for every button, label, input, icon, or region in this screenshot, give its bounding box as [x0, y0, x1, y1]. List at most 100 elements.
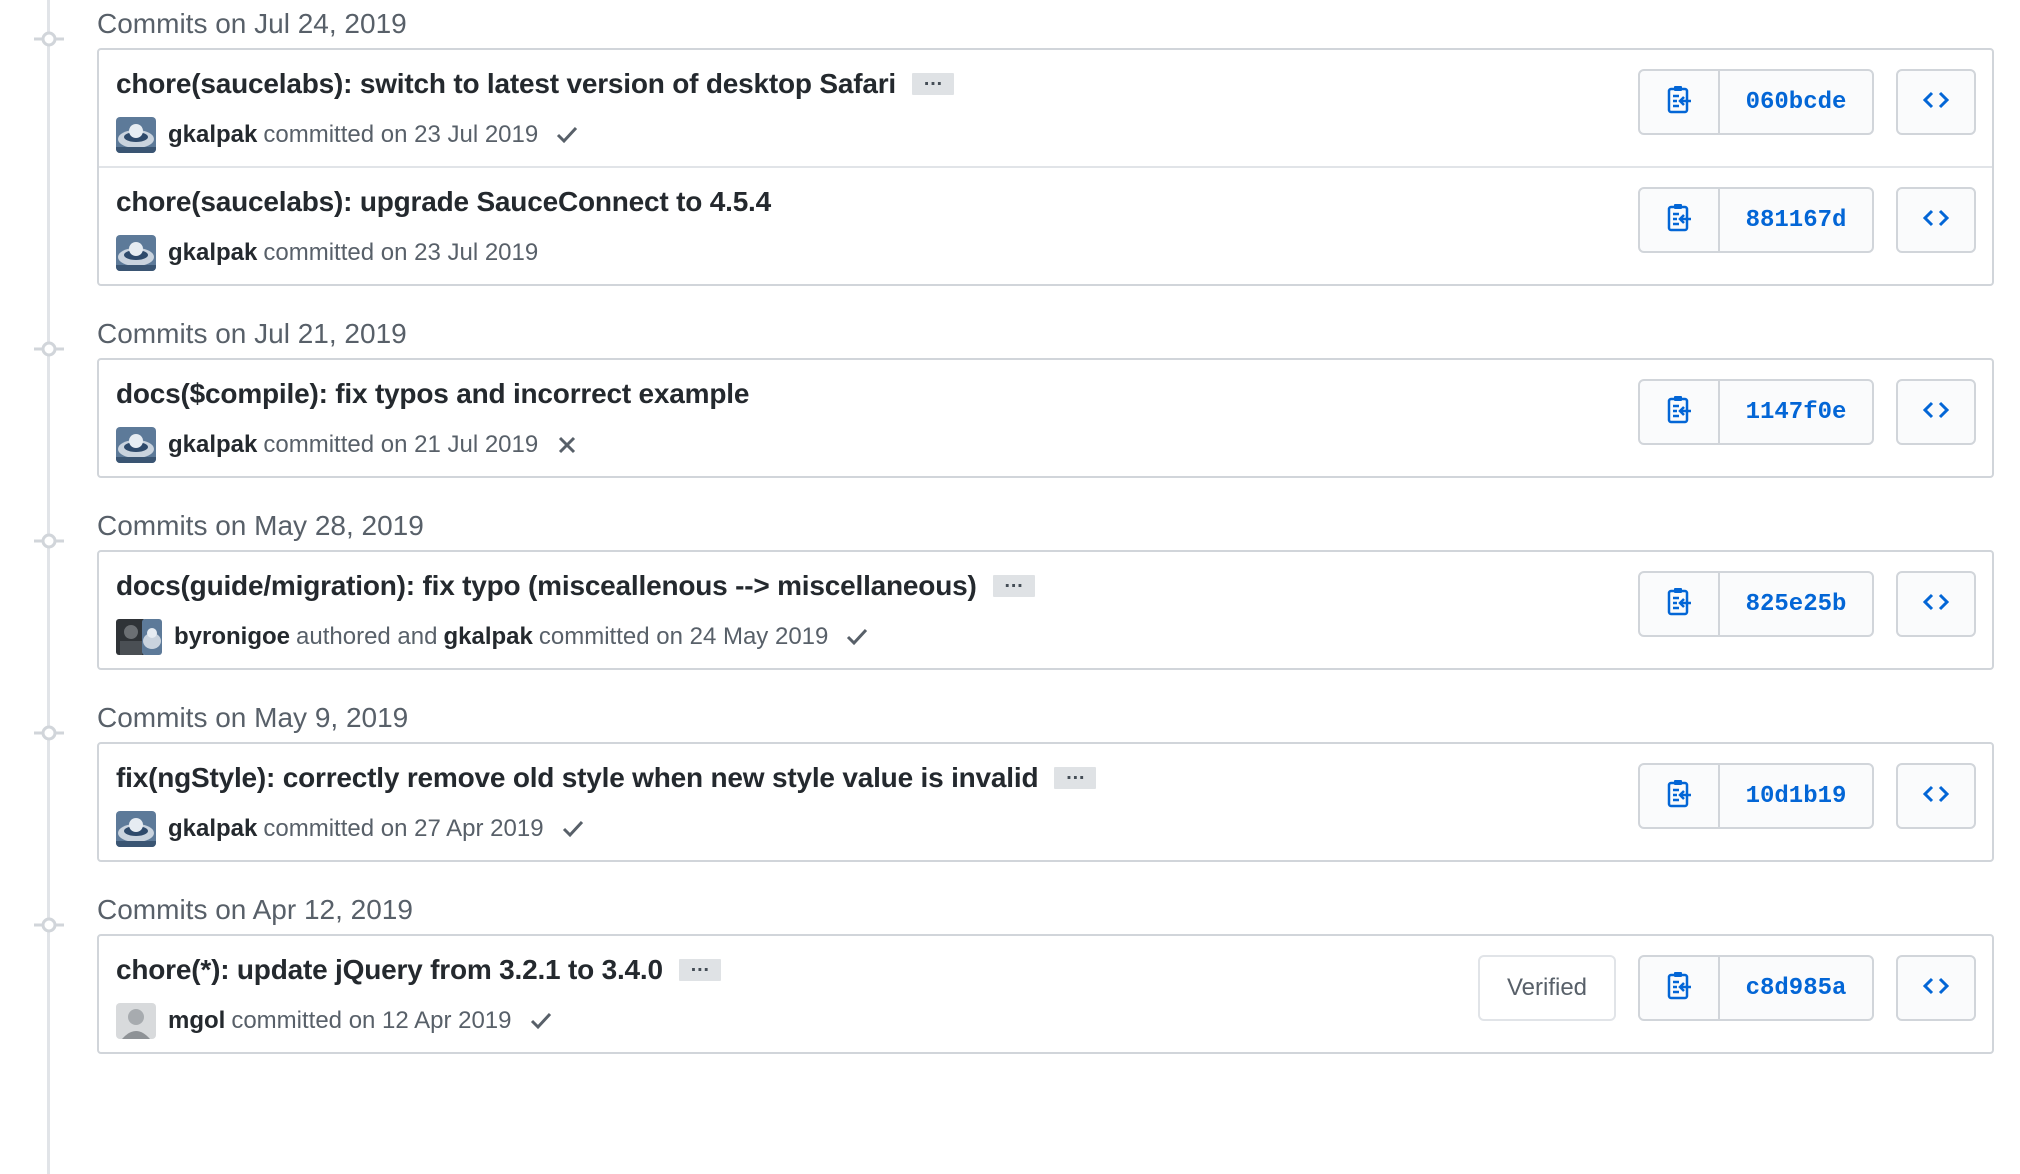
browse-repo-button[interactable]	[1896, 379, 1976, 445]
commit-message-link[interactable]: chore(saucelabs): upgrade SauceConnect t…	[116, 186, 771, 218]
commit-message-link[interactable]: docs($compile): fix typos and incorrect …	[116, 378, 749, 410]
commit-date-text: committed on 23 Jul 2019	[263, 121, 539, 148]
commit-title: chore(saucelabs): switch to latest versi…	[116, 68, 954, 100]
commit-group-header: Commits on May 9, 2019	[0, 694, 2020, 742]
check-icon[interactable]	[560, 816, 586, 842]
code-icon	[1922, 784, 1950, 809]
commit-message-link[interactable]: chore(*): update jQuery from 3.2.1 to 3.…	[116, 954, 663, 986]
commit-list: chore(*): update jQuery from 3.2.1 to 3.…	[97, 934, 1994, 1054]
sha-button-group: 10d1b19	[1638, 763, 1874, 829]
commit-group: Commits on May 9, 2019 fix(ngStyle): corr…	[0, 694, 2020, 886]
commit-sha-link[interactable]: 060bcde	[1720, 71, 1872, 133]
commit-actions: 825e25b	[1638, 571, 1976, 637]
commit-row: chore(saucelabs): upgrade SauceConnect t…	[99, 166, 1992, 284]
commit-group: Commits on May 28, 2019 docs(guide/migrat…	[0, 502, 2020, 694]
check-icon[interactable]	[528, 1008, 554, 1034]
clippy-icon	[1666, 203, 1692, 238]
copy-sha-button[interactable]	[1640, 381, 1720, 443]
author-link[interactable]: byronigoe	[174, 623, 290, 651]
commit-list: docs(guide/migration): fix typo (misceal…	[97, 550, 1994, 670]
commit-group: Commits on Jul 21, 2019 docs($compile): f…	[0, 310, 2020, 502]
commit-date-text: committed on 21 Jul 2019	[263, 431, 539, 458]
commit-sha-link[interactable]: 1147f0e	[1720, 381, 1872, 443]
browse-repo-button[interactable]	[1896, 571, 1976, 637]
git-commit-icon	[34, 15, 64, 47]
commit-message-link[interactable]: docs(guide/migration): fix typo (misceal…	[116, 570, 977, 602]
sha-button-group: 1147f0e	[1638, 379, 1874, 445]
commit-title: docs($compile): fix typos and incorrect …	[116, 378, 749, 410]
author-link[interactable]: gkalpak	[168, 431, 257, 459]
browse-repo-button[interactable]	[1896, 763, 1976, 829]
copy-sha-button[interactable]	[1640, 957, 1720, 1019]
x-icon[interactable]	[554, 432, 580, 458]
sha-button-group: 881167d	[1638, 187, 1874, 253]
author-link[interactable]: mgol	[168, 1007, 225, 1035]
verified-badge[interactable]: Verified	[1478, 955, 1616, 1021]
commit-group: Commits on Apr 12, 2019 chore(*): update …	[0, 886, 2020, 1078]
browse-repo-button[interactable]	[1896, 955, 1976, 1021]
avatar[interactable]	[142, 619, 162, 655]
copy-sha-button[interactable]	[1640, 573, 1720, 635]
commit-actions: Verified c8d985a	[1478, 955, 1976, 1021]
sha-button-group: 825e25b	[1638, 571, 1874, 637]
avatar[interactable]	[116, 117, 156, 153]
commit-row: docs($compile): fix typos and incorrect …	[99, 360, 1992, 476]
code-icon	[1922, 400, 1950, 425]
avatar[interactable]	[116, 1003, 156, 1039]
expand-message-button[interactable]: …	[678, 955, 721, 981]
check-icon[interactable]	[554, 122, 580, 148]
copy-sha-button[interactable]	[1640, 189, 1720, 251]
clippy-icon	[1666, 971, 1692, 1006]
commit-row: chore(*): update jQuery from 3.2.1 to 3.…	[99, 936, 1992, 1052]
expand-message-button[interactable]: …	[912, 69, 954, 95]
commit-group-header: Commits on Jul 24, 2019	[0, 0, 2020, 48]
clippy-icon	[1666, 587, 1692, 622]
author-link[interactable]: gkalpak	[168, 815, 257, 843]
avatar-stack[interactable]	[116, 619, 162, 655]
commit-group: Commits on Jul 24, 2019 chore(saucelabs):…	[0, 0, 2020, 310]
commit-title: chore(saucelabs): upgrade SauceConnect t…	[116, 186, 771, 218]
author-link[interactable]: gkalpak	[168, 121, 257, 149]
avatar[interactable]	[116, 811, 156, 847]
expand-message-button[interactable]: …	[992, 571, 1035, 597]
commit-meta: gkalpak committed on 27 Apr 2019	[116, 811, 586, 847]
commit-date-text: committed on 12 Apr 2019	[231, 1007, 512, 1034]
git-commit-icon	[34, 709, 64, 741]
commit-sha-link[interactable]: c8d985a	[1720, 957, 1872, 1019]
code-icon	[1922, 976, 1950, 1001]
commit-meta: byronigoe authored and gkalpak committed on…	[116, 619, 870, 655]
commit-sha-link[interactable]: 10d1b19	[1720, 765, 1872, 827]
copy-sha-button[interactable]	[1640, 765, 1720, 827]
commit-list: fix(ngStyle): correctly remove old style…	[97, 742, 1994, 862]
expand-message-button[interactable]: …	[1054, 763, 1097, 789]
check-icon[interactable]	[844, 624, 870, 650]
copy-sha-button[interactable]	[1640, 71, 1720, 133]
avatar[interactable]	[116, 235, 156, 271]
clippy-icon	[1666, 85, 1692, 120]
commit-message-link[interactable]: fix(ngStyle): correctly remove old style…	[116, 762, 1039, 794]
git-commit-icon	[34, 325, 64, 357]
browse-repo-button[interactable]	[1896, 69, 1976, 135]
author-link[interactable]: gkalpak	[168, 239, 257, 267]
browse-repo-button[interactable]	[1896, 187, 1976, 253]
clippy-icon	[1666, 395, 1692, 430]
commit-row: fix(ngStyle): correctly remove old style…	[99, 744, 1992, 860]
commit-group-header: Commits on Apr 12, 2019	[0, 886, 2020, 934]
sha-button-group: c8d985a	[1638, 955, 1874, 1021]
commit-meta: gkalpak committed on 23 Jul 2019	[116, 235, 544, 271]
commit-message-link[interactable]: chore(saucelabs): switch to latest versi…	[116, 68, 896, 100]
commit-sha-link[interactable]: 825e25b	[1720, 573, 1872, 635]
commit-meta: gkalpak committed on 23 Jul 2019	[116, 117, 580, 153]
committer-link[interactable]: gkalpak	[443, 623, 532, 651]
commit-group-header: Commits on Jul 21, 2019	[0, 310, 2020, 358]
git-commit-icon	[34, 517, 64, 549]
commit-sha-link[interactable]: 881167d	[1720, 189, 1872, 251]
avatar[interactable]	[116, 427, 156, 463]
commit-title: docs(guide/migration): fix typo (misceal…	[116, 570, 1035, 602]
commit-actions: 881167d	[1638, 187, 1976, 253]
git-commit-icon	[34, 901, 64, 933]
commit-actions: 1147f0e	[1638, 379, 1976, 445]
